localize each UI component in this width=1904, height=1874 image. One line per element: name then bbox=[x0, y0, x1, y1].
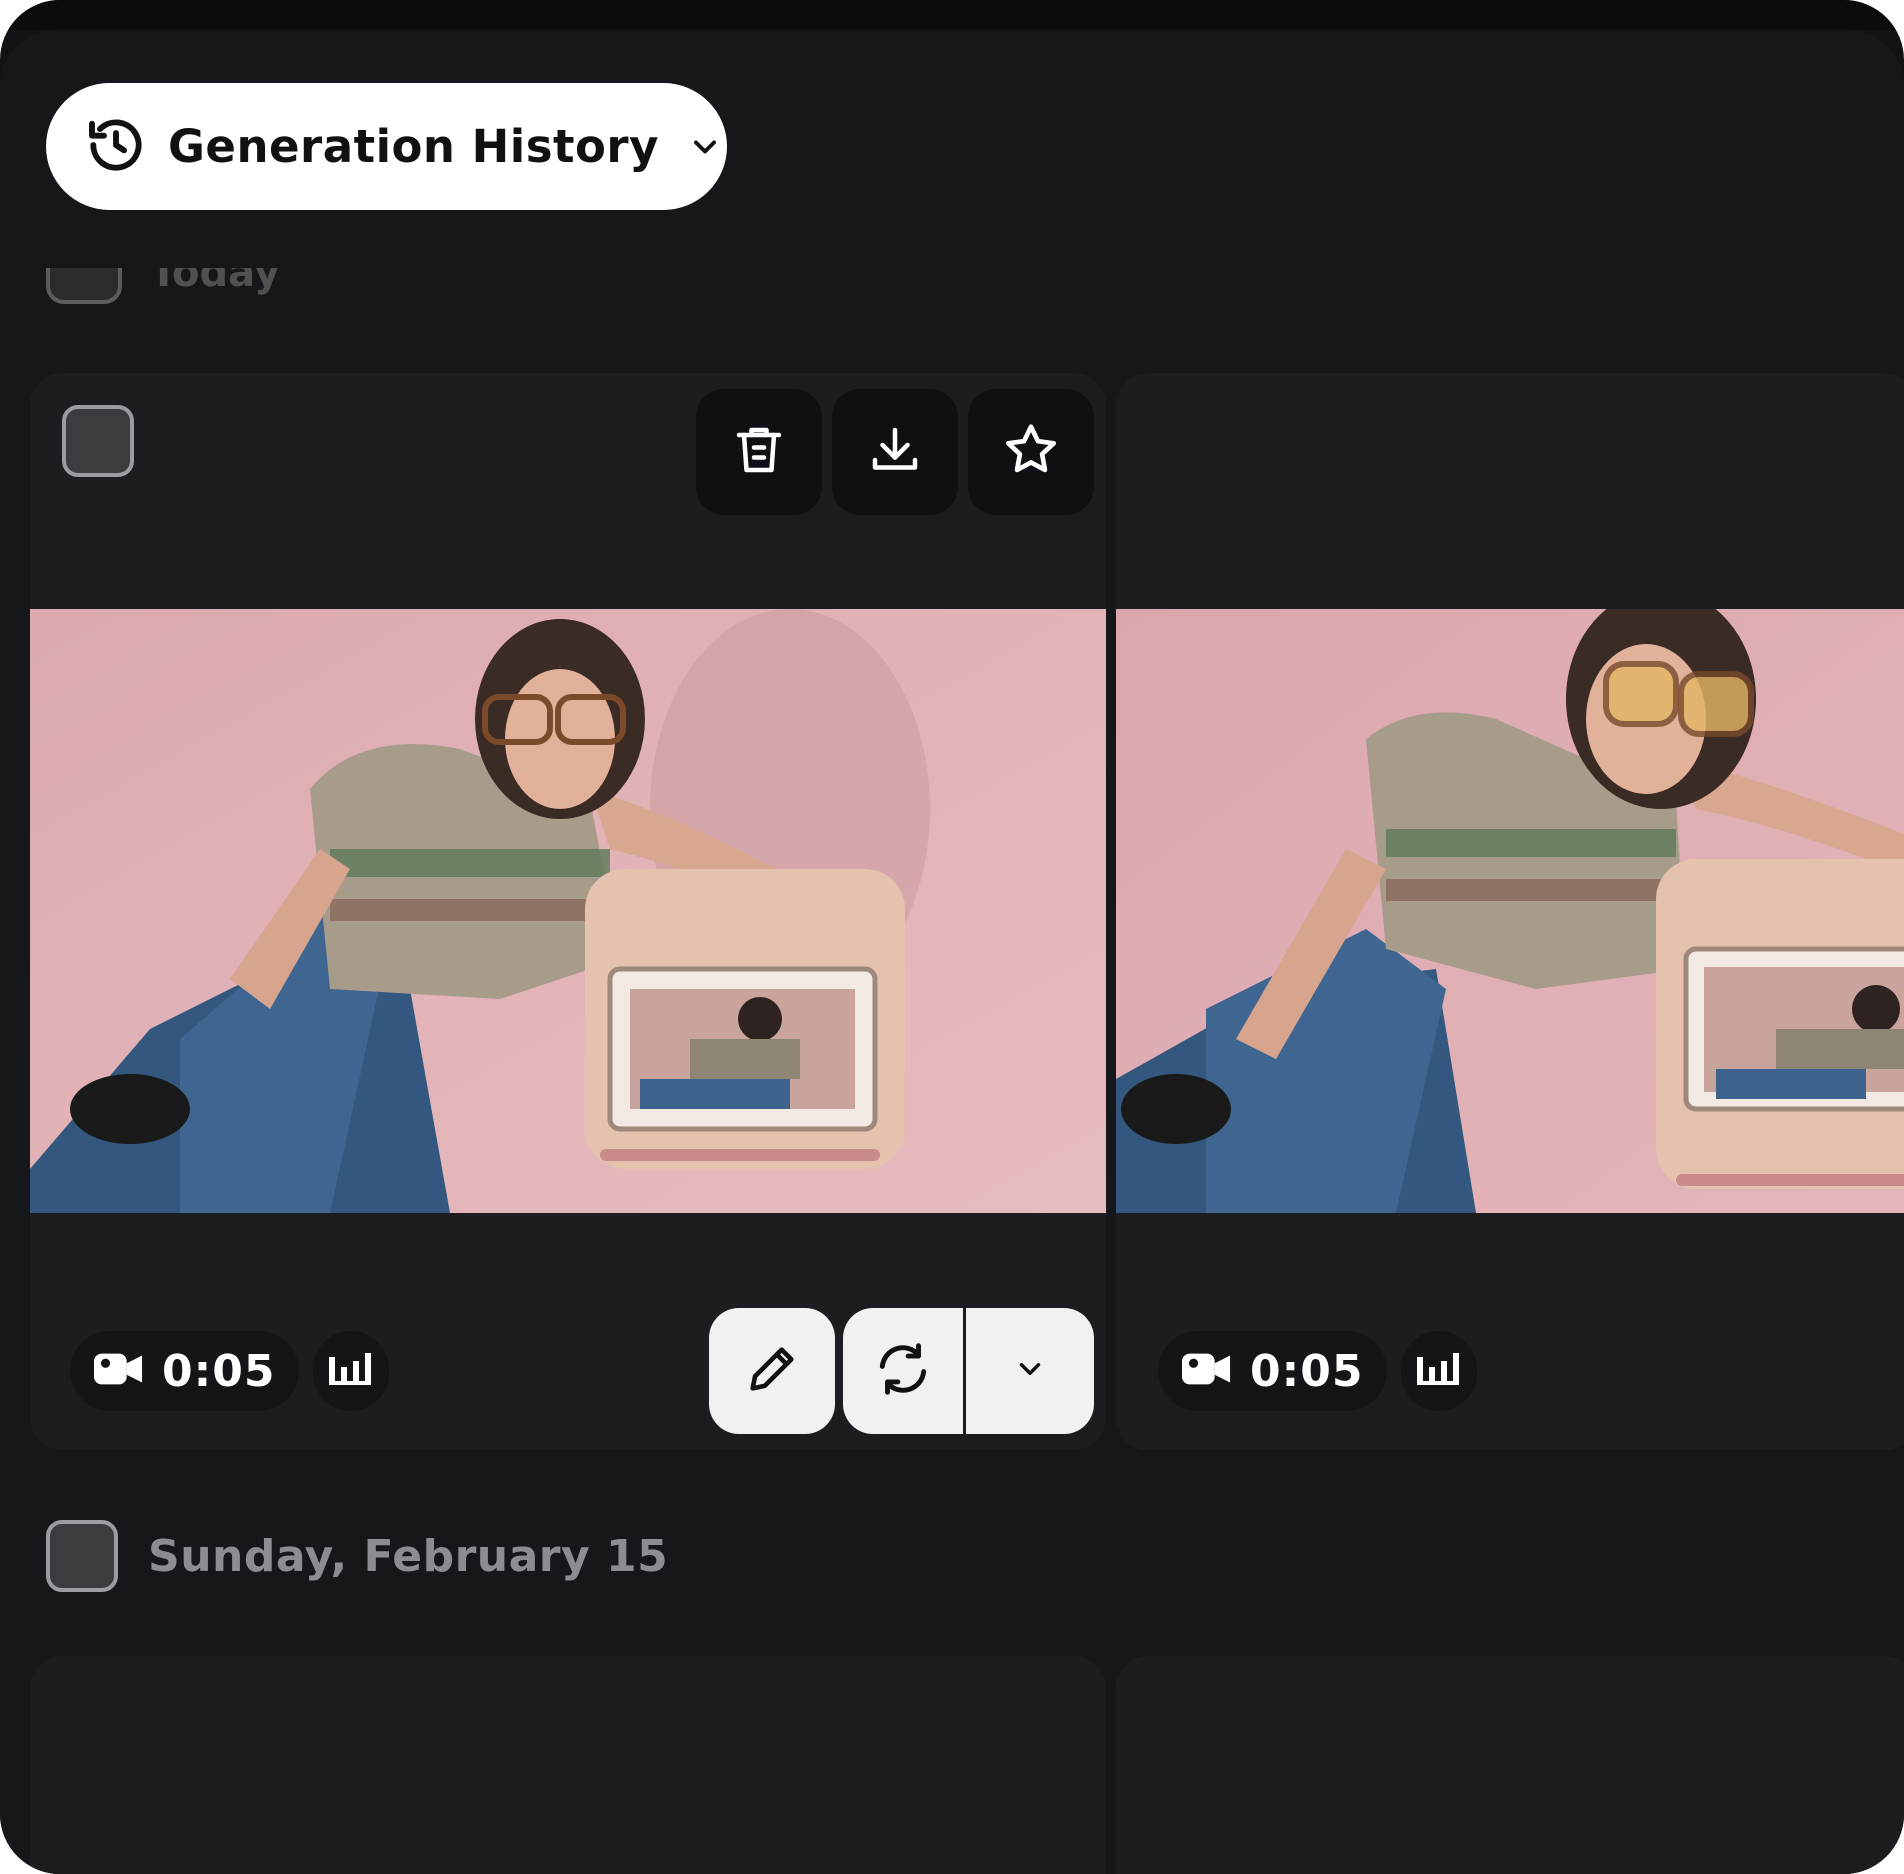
download-button[interactable] bbox=[832, 389, 958, 515]
regenerate-button[interactable] bbox=[843, 1308, 966, 1434]
duration-badge: 0:05 bbox=[70, 1331, 300, 1411]
card-actions bbox=[696, 389, 1094, 515]
regenerate-split-button bbox=[843, 1308, 1094, 1434]
generation-card[interactable]: 0:05 bbox=[30, 373, 1106, 1450]
generation-thumbnail[interactable] bbox=[30, 609, 1106, 1213]
generation-history-label: Generation History bbox=[168, 120, 659, 173]
favorite-button[interactable] bbox=[968, 389, 1094, 515]
card-edit-actions bbox=[709, 1308, 1094, 1434]
app-window: Generation History Today 0:05 0:05 Sunda… bbox=[0, 0, 1904, 1874]
generation-thumbnail[interactable] bbox=[1116, 609, 1904, 1213]
card-meta: 0:05 bbox=[70, 1331, 390, 1411]
generation-card-placeholder[interactable] bbox=[1116, 1656, 1904, 1874]
window-top-strip bbox=[0, 0, 1904, 30]
generation-card[interactable]: 0:05 bbox=[1116, 373, 1904, 1450]
chevron-down-icon bbox=[687, 129, 723, 165]
card-meta: 0:05 bbox=[1158, 1331, 1478, 1411]
video-camera-icon bbox=[1182, 1348, 1232, 1394]
refresh-icon bbox=[872, 1338, 934, 1404]
chevron-down-icon bbox=[1013, 1352, 1047, 1390]
audio-bars-icon bbox=[1415, 1349, 1463, 1393]
regenerate-options-button[interactable] bbox=[966, 1308, 1094, 1434]
pencil-icon bbox=[743, 1340, 801, 1402]
star-icon bbox=[1000, 419, 1062, 485]
download-icon bbox=[865, 420, 925, 484]
duration-text: 0:05 bbox=[162, 1345, 276, 1397]
video-camera-icon bbox=[94, 1348, 144, 1394]
audio-indicator bbox=[313, 1331, 390, 1411]
previous-section-header: Today bbox=[46, 268, 446, 308]
duration-text: 0:05 bbox=[1250, 1345, 1364, 1397]
card-select-checkbox[interactable] bbox=[62, 405, 134, 477]
delete-button[interactable] bbox=[696, 389, 822, 515]
section-select-checkbox[interactable] bbox=[46, 1520, 118, 1592]
previous-section-label: Today bbox=[150, 268, 280, 296]
date-section-label: Sunday, February 15 bbox=[148, 1530, 669, 1582]
section-checkbox[interactable] bbox=[46, 268, 122, 304]
edit-button[interactable] bbox=[709, 1308, 835, 1434]
audio-indicator bbox=[1401, 1331, 1478, 1411]
trash-icon bbox=[729, 420, 789, 484]
duration-badge: 0:05 bbox=[1158, 1331, 1388, 1411]
audio-bars-icon bbox=[327, 1349, 375, 1393]
generation-card-placeholder[interactable] bbox=[30, 1656, 1106, 1874]
date-section-header: Sunday, February 15 bbox=[46, 1520, 668, 1592]
generation-history-dropdown[interactable]: Generation History bbox=[46, 83, 727, 210]
history-icon bbox=[84, 113, 148, 181]
